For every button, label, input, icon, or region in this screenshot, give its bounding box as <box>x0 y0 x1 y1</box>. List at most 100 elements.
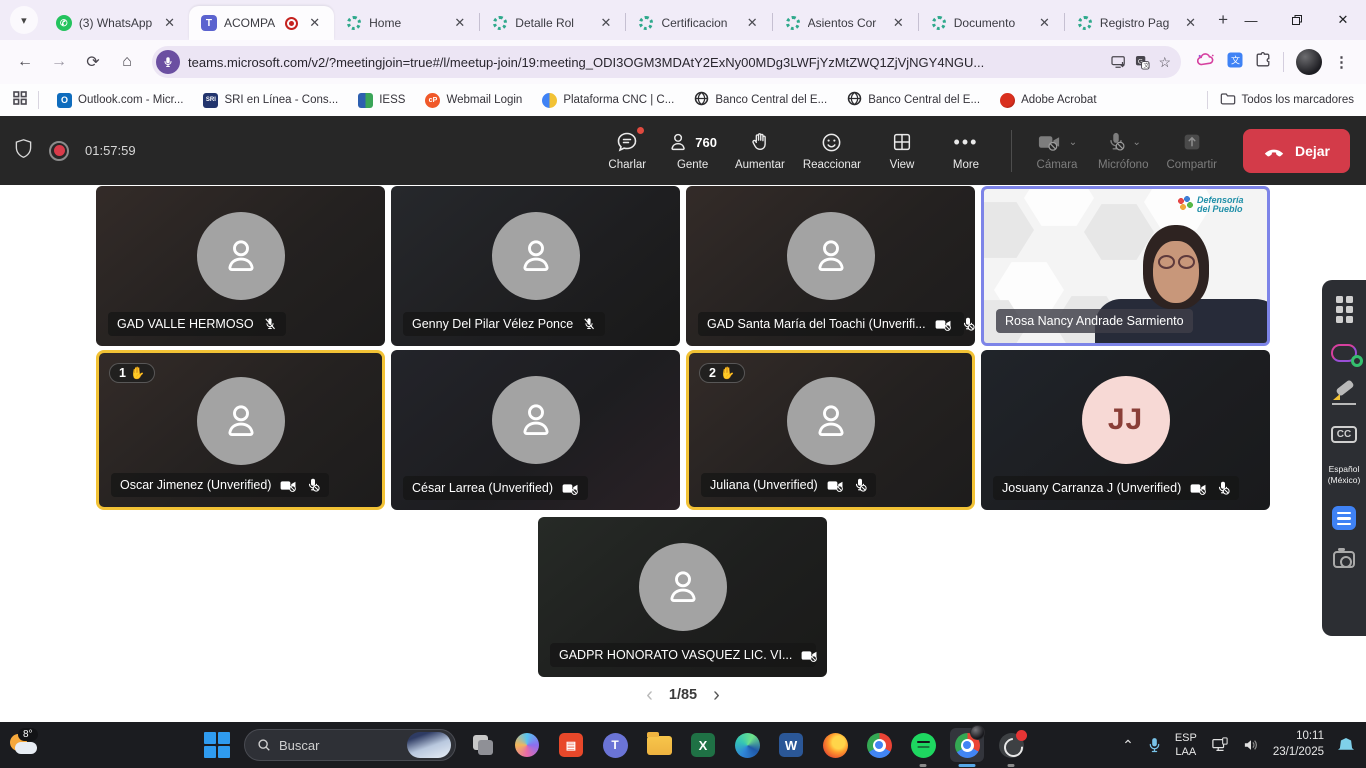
spotify-button[interactable] <box>906 728 940 762</box>
obs-button[interactable] <box>994 728 1028 762</box>
tray-mic-icon[interactable] <box>1148 737 1161 754</box>
participant-tile[interactable]: GAD Santa María del Toachi (Unverifi... <box>686 186 975 346</box>
leave-button[interactable]: Dejar <box>1243 129 1350 173</box>
close-icon[interactable]: ✕ <box>743 14 762 32</box>
tab-certificacion[interactable]: Certificacion ✕ <box>626 6 771 40</box>
close-icon[interactable]: ✕ <box>305 14 324 32</box>
share-button[interactable]: Compartir <box>1160 126 1222 175</box>
apps-grid-icon[interactable] <box>12 90 28 111</box>
excel-icon: X <box>691 733 715 757</box>
camera-chevron-icon[interactable]: ⌄ <box>1069 137 1077 148</box>
copilot-button[interactable] <box>510 728 544 762</box>
more-button[interactable]: ••• More <box>937 126 995 175</box>
bookmark-outlook[interactable]: O Outlook.com - Micr... <box>49 89 191 112</box>
react-button[interactable]: Reaccionar <box>797 126 867 175</box>
edge-button[interactable] <box>730 728 764 762</box>
url-bar[interactable]: teams.microsoft.com/v2/?meetingjoin=true… <box>152 46 1181 78</box>
tab-documento[interactable]: Documento ✕ <box>919 6 1064 40</box>
bookmark-sri[interactable]: SRI SRI en Línea - Cons... <box>195 89 346 112</box>
tab-detalle-rol[interactable]: Detalle Rol ✕ <box>480 6 625 40</box>
tray-chevron-icon[interactable]: ⌃ <box>1122 737 1134 754</box>
pdf-app-button[interactable]: ▤ <box>554 728 588 762</box>
participant-tile-raised-hand[interactable]: 2 ✋ Juliana (Unverified) <box>686 350 975 510</box>
tab-asientos[interactable]: Asientos Cor ✕ <box>773 6 918 40</box>
translate-extension-icon[interactable]: 文 <box>1227 52 1243 73</box>
all-bookmarks[interactable]: Todos los marcadores <box>1201 91 1355 109</box>
highlighter-icon[interactable] <box>1332 383 1356 405</box>
back-icon[interactable]: ← <box>10 47 40 77</box>
tab-search-button[interactable]: ▾ <box>10 6 38 34</box>
weather-widget[interactable]: 8° <box>0 732 140 758</box>
bookmark-webmail[interactable]: cP Webmail Login <box>417 89 530 112</box>
site-info-mic-icon[interactable] <box>156 50 180 74</box>
participant-tile[interactable]: Genny Del Pilar Vélez Ponce <box>391 186 680 346</box>
people-button[interactable]: 760 Gente <box>662 126 723 175</box>
participant-tile[interactable]: GADPR HONORATO VASQUEZ LIC. VI... <box>538 517 827 677</box>
network-icon[interactable] <box>1211 737 1229 753</box>
word-button[interactable]: W <box>774 728 808 762</box>
captions-button[interactable]: CC <box>1331 426 1357 443</box>
taskbar-search[interactable]: Buscar <box>244 729 456 761</box>
forward-icon[interactable]: → <box>44 47 74 77</box>
minimize-button[interactable]: — <box>1228 0 1274 40</box>
profile-avatar[interactable] <box>1296 49 1322 75</box>
chrome-button[interactable] <box>862 728 896 762</box>
tab-home[interactable]: Home ✕ <box>334 6 479 40</box>
bookmark-bce-2[interactable]: Banco Central del E... <box>839 87 988 113</box>
tab-whatsapp[interactable]: ✆ (3) WhatsApp ✕ <box>44 6 189 40</box>
close-icon[interactable]: ✕ <box>450 14 469 32</box>
mic-button[interactable]: ⌄ Micrófono <box>1092 126 1155 175</box>
browser-menu-icon[interactable]: ⋮ <box>1334 53 1350 71</box>
screenshot-camera-icon[interactable] <box>1333 551 1355 568</box>
teams-app-button[interactable]: T <box>598 728 632 762</box>
raise-hand-button[interactable]: Aumentar <box>729 126 791 175</box>
cloud-extension-icon[interactable] <box>1331 344 1357 362</box>
cloud-extension-icon[interactable] <box>1197 53 1215 72</box>
participant-tile[interactable]: JJ Josuany Carranza J (Unverified) <box>981 350 1270 510</box>
close-icon[interactable]: ✕ <box>889 14 908 32</box>
home-icon[interactable]: ⌂ <box>112 47 142 77</box>
install-app-icon[interactable] <box>1111 55 1127 69</box>
view-button[interactable]: View <box>873 126 931 175</box>
bookmark-acrobat[interactable]: Adobe Acrobat <box>992 89 1104 112</box>
bookmark-star-icon[interactable]: ☆ <box>1158 54 1171 71</box>
participant-tile-raised-hand[interactable]: 1 ✋ Oscar Jimenez (Unverified) <box>96 350 385 510</box>
previous-page-icon[interactable]: ‹ <box>646 685 653 705</box>
firefox-button[interactable] <box>818 728 852 762</box>
docs-extension-icon[interactable] <box>1332 506 1356 530</box>
clock[interactable]: 10:11 23/1/2025 <box>1273 729 1324 760</box>
close-icon[interactable]: ✕ <box>160 14 179 32</box>
restore-button[interactable] <box>1274 0 1320 40</box>
next-page-icon[interactable]: › <box>713 685 720 705</box>
close-icon[interactable]: ✕ <box>1035 14 1054 32</box>
notification-bell-icon[interactable] <box>1338 738 1354 752</box>
tab-registro[interactable]: Registro Pag ✕ <box>1065 6 1210 40</box>
bookmark-cnc[interactable]: Plataforma CNC | C... <box>534 89 682 112</box>
file-explorer-button[interactable] <box>642 728 676 762</box>
apps-grid-icon[interactable] <box>1336 296 1353 323</box>
new-tab-button[interactable]: + <box>1218 10 1228 30</box>
recording-icon <box>49 141 69 161</box>
reload-icon[interactable]: ⟳ <box>78 47 108 77</box>
bookmark-iess[interactable]: IESS <box>350 89 413 112</box>
close-icon[interactable]: ✕ <box>597 14 616 32</box>
bookmark-bce-1[interactable]: Banco Central del E... <box>686 87 835 113</box>
mic-chevron-icon[interactable]: ⌄ <box>1133 137 1141 148</box>
close-window-button[interactable]: ✕ <box>1320 0 1366 40</box>
participant-tile[interactable]: GAD VALLE HERMOSO <box>96 186 385 346</box>
camera-button[interactable]: ⌄ Cámara <box>1028 126 1086 175</box>
chat-button[interactable]: Charlar <box>598 126 656 175</box>
extensions-puzzle-icon[interactable] <box>1255 52 1271 73</box>
participant-name: César Larrea (Unverified) <box>412 481 553 495</box>
close-icon[interactable]: ✕ <box>1181 14 1200 32</box>
excel-button[interactable]: X <box>686 728 720 762</box>
volume-icon[interactable] <box>1243 738 1259 752</box>
participant-tile[interactable]: César Larrea (Unverified) <box>391 350 680 510</box>
active-speaker-tile[interactable]: Defensoría del Pueblo Rosa Nancy Andrade… <box>981 186 1270 346</box>
task-view-button[interactable] <box>466 728 500 762</box>
tab-teams-active[interactable]: T ACOMPA ✕ <box>189 6 334 40</box>
language-indicator[interactable]: ESP LAA <box>1175 731 1197 760</box>
start-button[interactable] <box>200 728 234 762</box>
chrome-profile-button[interactable] <box>950 728 984 762</box>
translate-page-icon[interactable]: G文 <box>1135 55 1150 70</box>
